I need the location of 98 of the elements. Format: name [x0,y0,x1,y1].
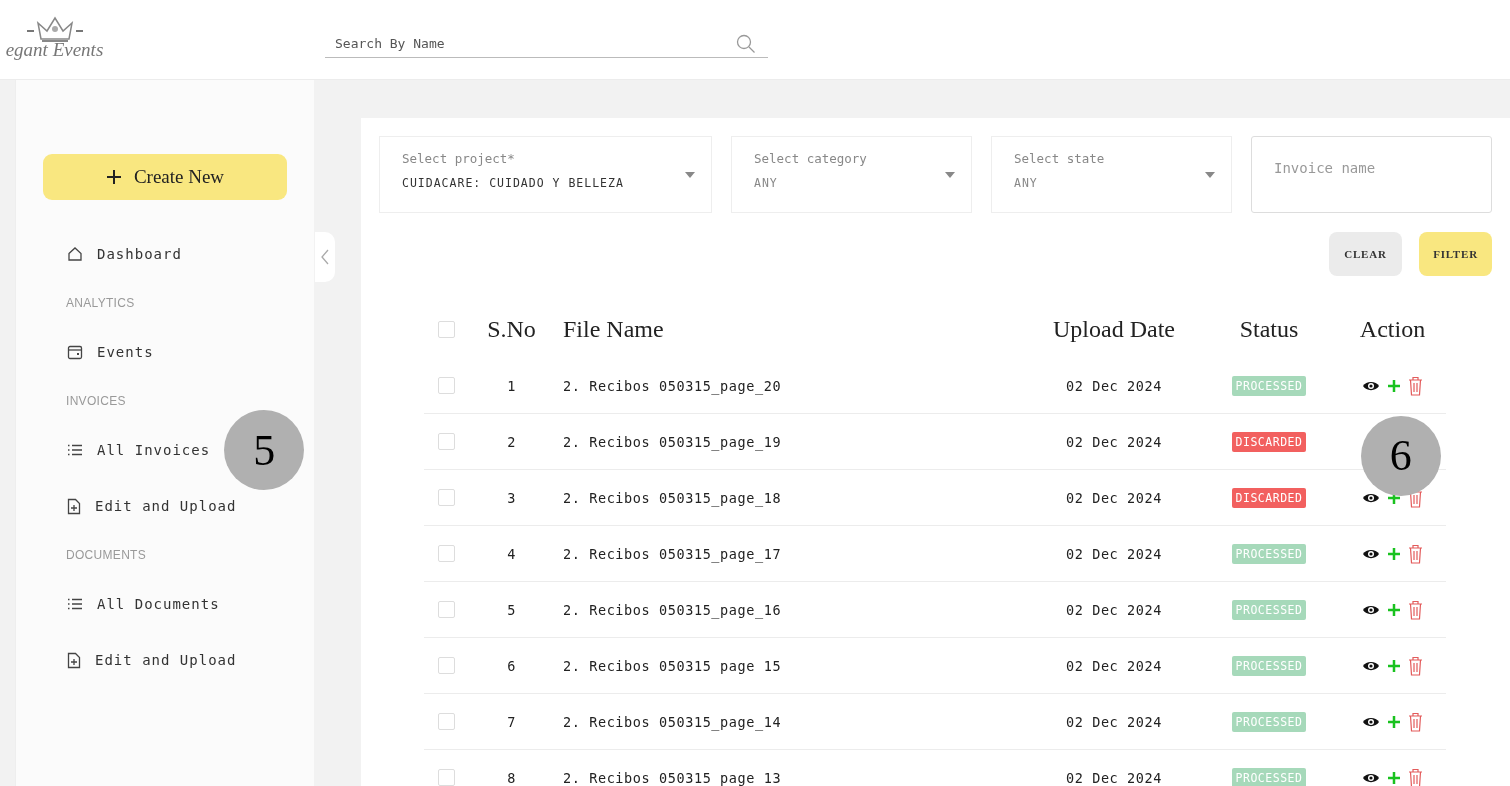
status-badge: PROCESSED [1231,375,1307,396]
search-field[interactable]: Search By Name [325,31,768,58]
sidebar-item[interactable]: Dashboard [67,246,182,262]
table-cell: 02 Dec 2024 [1066,601,1162,618]
plus-icon[interactable] [1388,771,1400,784]
logo: egant Events [0,14,117,61]
table-cell: 7 [507,713,516,730]
eye-icon[interactable] [1362,547,1380,560]
checkbox[interactable] [438,489,455,506]
column-header: Status [1239,315,1299,343]
dropdown-caret-icon [1205,171,1215,178]
table-cell: 2. Recibos 050315_page_18 [563,489,782,506]
table-cell: 02 Dec 2024 [1066,769,1162,786]
callout-marker: 6 [1361,415,1441,496]
chevron-left-icon [321,249,329,265]
trash-icon[interactable] [1408,543,1423,564]
eye-icon[interactable] [1362,659,1380,672]
table-cell: 4 [507,545,516,562]
status-badge: PROCESSED [1231,543,1307,564]
home-icon [67,246,83,262]
table-cell: 2. Recibos 050315_page_20 [563,377,782,394]
table-cell: 3 [507,489,516,506]
plus-icon[interactable] [1388,547,1400,560]
section-heading: ANALYTICS [66,296,136,310]
table-cell: 2. Recibos 050315_page_17 [563,545,782,562]
clear-button[interactable]: CLEAR [1329,232,1402,276]
sidebar-item[interactable]: Edit and Upload [67,651,237,669]
status-badge: DISCARDED [1231,487,1307,508]
section-heading: INVOICES [66,394,127,408]
select-dropdown[interactable]: Select project* CUIDACARE: CUIDADO Y BELLEZA [379,136,712,213]
table-cell: 02 Dec 2024 [1066,489,1162,506]
file-plus-icon [67,651,81,669]
create-new-button[interactable]: Create New [43,154,287,200]
status-badge: PROCESSED [1231,767,1307,786]
column-header: S.No [487,315,536,343]
checkbox[interactable] [438,713,455,730]
checkbox[interactable] [438,601,455,618]
callout-marker: 5 [224,410,305,490]
table-cell: 2. Recibos 050315 page 15 [563,657,782,674]
select-dropdown[interactable]: Select category ANY [731,136,972,213]
trash-icon[interactable] [1408,767,1423,786]
list-icon [67,596,83,612]
table-cell: 02 Dec 2024 [1066,433,1162,450]
status-badge: DISCARDED [1231,431,1307,452]
table-cell: 02 Dec 2024 [1066,545,1162,562]
plus-icon[interactable] [1388,715,1400,728]
sidebar-item[interactable]: Edit and Upload [67,497,237,515]
trash-icon[interactable] [1408,711,1423,732]
plus-icon[interactable] [1388,603,1400,616]
sidebar-item[interactable]: All Documents [67,596,220,612]
collapse-tab[interactable] [315,232,335,282]
table-cell: 02 Dec 2024 [1066,377,1162,394]
checkbox[interactable] [438,545,455,562]
table-cell: 1 [507,377,516,394]
table-cell: 6 [507,657,516,674]
column-header: File Name [563,315,664,342]
eye-icon[interactable] [1362,603,1380,616]
search-icon [736,33,756,54]
checkbox[interactable] [438,433,455,450]
invoice-name-field[interactable]: Invoice name [1251,136,1492,213]
column-header: Action [1359,315,1426,343]
table-cell: 02 Dec 2024 [1066,657,1162,674]
dropdown-caret-icon [685,171,695,178]
table-cell: 2. Recibos 050315_page_14 [563,713,782,730]
plus-icon[interactable] [1388,659,1400,672]
plus-icon [105,169,122,185]
table-cell: 5 [507,601,516,618]
section-heading: DOCUMENTS [66,548,148,562]
status-badge: PROCESSED [1231,711,1307,732]
eye-icon[interactable] [1362,771,1380,784]
checkbox[interactable] [438,657,455,674]
trash-icon[interactable] [1408,375,1423,396]
dropdown-caret-icon [945,171,955,178]
calendar-icon [67,344,83,360]
eye-icon[interactable] [1362,379,1380,392]
table-cell: 02 Dec 2024 [1066,713,1162,730]
status-badge: PROCESSED [1231,599,1307,620]
sidebar-item[interactable]: All Invoices [67,442,211,458]
file-plus-icon [67,497,81,515]
trash-icon[interactable] [1408,599,1423,620]
table-cell: 2. Recibos 050315_page_16 [563,601,782,618]
list-icon [67,442,83,458]
eye-icon[interactable] [1362,491,1380,504]
column-header: Upload Date [1053,315,1175,343]
filter-button[interactable]: FILTER [1419,232,1492,276]
checkbox[interactable] [438,377,455,394]
eye-icon[interactable] [1362,715,1380,728]
status-badge: PROCESSED [1231,655,1307,676]
checkbox[interactable] [438,769,455,786]
table-cell: 8 [507,769,516,786]
sidebar-item[interactable]: Events [67,344,154,360]
table-cell: 2. Recibos 050315_page_19 [563,433,782,450]
checkbox[interactable] [438,320,455,338]
select-dropdown[interactable]: Select state ANY [991,136,1232,213]
plus-icon[interactable] [1388,379,1400,392]
trash-icon[interactable] [1408,655,1423,676]
table-cell: 2 [507,433,516,450]
table-cell: 2. Recibos 050315 page 13 [563,769,782,786]
